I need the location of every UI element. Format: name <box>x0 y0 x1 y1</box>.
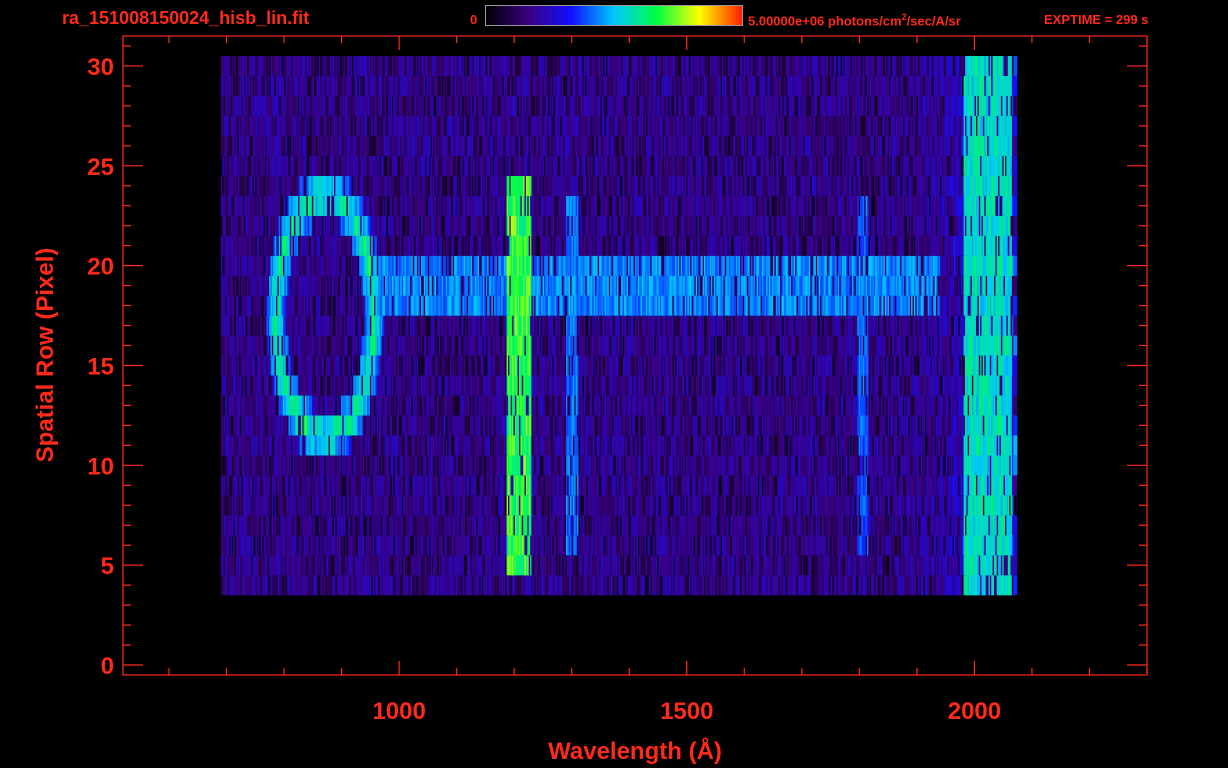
heatmap-cell <box>1013 495 1018 516</box>
heatmap-cell <box>1013 475 1018 496</box>
figure: ra_151008150024_hisb_lin.fit 0 5.00000e+… <box>0 0 1228 768</box>
heatmap-cell <box>1013 435 1018 456</box>
heatmap-cell <box>1013 455 1018 476</box>
heatmap-layer <box>220 56 1018 596</box>
heatmap-cell <box>1013 535 1018 556</box>
spectrum-plot: 1000 1500 2000051015202530 Wavelength (Å) … <box>32 35 1148 765</box>
heatmap-cell <box>1013 515 1018 536</box>
heatmap-cell <box>1013 555 1018 576</box>
heatmap-cell <box>1013 575 1018 596</box>
